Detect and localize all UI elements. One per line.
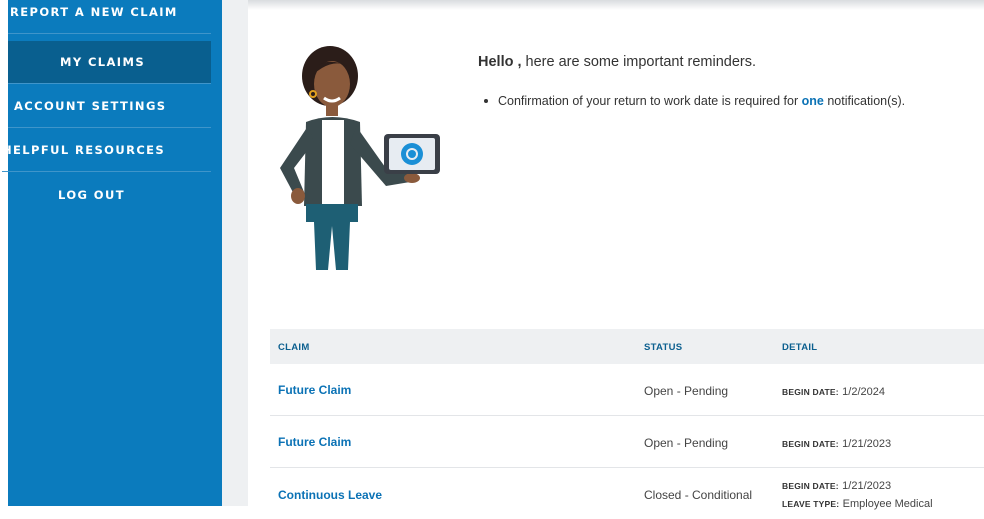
- claim-status: Open - Pending: [644, 436, 729, 450]
- claim-detail: BEGIN DATE: 1/21/2023: [782, 436, 891, 450]
- begin-date-label: BEGIN DATE:: [782, 439, 839, 449]
- claim-detail: BEGIN DATE: 1/2/2024: [782, 384, 885, 398]
- table-row: Future Claim Open - Pending BEGIN DATE: …: [270, 364, 984, 416]
- column-header-claim: CLAIM: [278, 342, 310, 353]
- begin-date-value: 1/2/2024: [842, 386, 885, 398]
- table-header: CLAIM STATUS DETAIL: [270, 329, 984, 364]
- sidebar-item-label: REPORT A NEW CLAIM: [10, 5, 178, 19]
- table-row: Continuous Leave Closed - Conditional BE…: [270, 468, 984, 519]
- claim-link[interactable]: Future Claim: [278, 383, 351, 397]
- begin-date-label: BEGIN DATE:: [782, 481, 839, 491]
- top-shadow: [248, 0, 984, 10]
- reminder-text-end: notification(s).: [827, 94, 906, 108]
- claim-link[interactable]: Continuous Leave: [278, 488, 382, 502]
- sidebar-item-label: MY CLAIMS: [59, 55, 146, 69]
- table-row: Future Claim Open - Pending BEGIN DATE: …: [270, 416, 984, 468]
- sidebar-item-label: HELPFUL RESOURCES: [2, 143, 166, 157]
- person-with-tablet-illustration: [280, 46, 440, 270]
- sidebar-item-label: LOG OUT: [58, 187, 125, 202]
- greeting-hello: Hello ,: [478, 54, 522, 70]
- claims-table: CLAIM STATUS DETAIL Future Claim Open - …: [270, 329, 984, 519]
- claim-status: Closed - Conditional: [644, 488, 753, 502]
- notification-count-link[interactable]: one: [802, 94, 824, 108]
- sidebar-item-my-claims[interactable]: MY CLAIMS: [8, 41, 211, 84]
- left-edge: [0, 0, 8, 506]
- claim-status: Open - Pending: [644, 384, 729, 398]
- column-header-detail: DETAIL: [782, 342, 818, 353]
- greeting-heading: Hello , here are some important reminder…: [478, 54, 756, 70]
- claim-link[interactable]: Future Claim: [278, 435, 351, 449]
- reminder-list: Confirmation of your return to work date…: [484, 94, 905, 108]
- greeting-text: here are some important reminders.: [525, 54, 757, 70]
- begin-date-line: BEGIN DATE: 1/21/2023: [782, 477, 933, 495]
- sidebar-item-helpful-resources[interactable]: HELPFUL RESOURCES: [2, 129, 211, 172]
- begin-date-label: BEGIN DATE:: [782, 387, 839, 397]
- reminder-text: Confirmation of your return to work date…: [498, 94, 799, 108]
- claim-detail: BEGIN DATE: 1/21/2023 LEAVE TYPE: Employ…: [782, 477, 933, 513]
- column-header-status: STATUS: [644, 342, 683, 353]
- sidebar: REPORT A NEW CLAIM MY CLAIMS ACCOUNT SET…: [2, 0, 222, 506]
- sidebar-item-log-out[interactable]: LOG OUT: [8, 173, 211, 216]
- begin-date-value: 1/21/2023: [842, 480, 892, 492]
- content-gutter: [222, 0, 248, 506]
- sidebar-item-label: ACCOUNT SETTINGS: [14, 99, 167, 113]
- sidebar-item-report-new-claim[interactable]: REPORT A NEW CLAIM: [8, 0, 211, 34]
- leave-type-line: LEAVE TYPE: Employee Medical: [782, 495, 933, 513]
- sidebar-item-account-settings[interactable]: ACCOUNT SETTINGS: [8, 85, 211, 128]
- leave-type-value: Employee Medical: [842, 498, 933, 510]
- bullet-icon: [484, 98, 488, 103]
- begin-date-value: 1/21/2023: [842, 438, 892, 450]
- leave-type-label: LEAVE TYPE:: [782, 499, 840, 509]
- reminder-item: Confirmation of your return to work date…: [484, 94, 905, 108]
- main-content: Hello , here are some important reminder…: [248, 10, 984, 519]
